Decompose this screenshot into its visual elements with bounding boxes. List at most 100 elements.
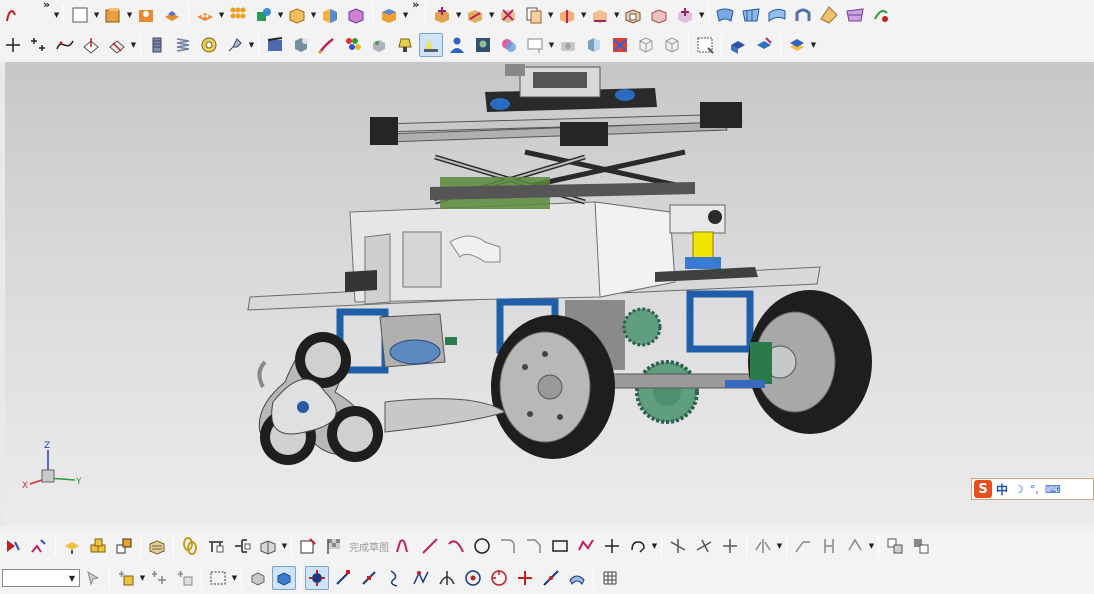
dropdown-arrow[interactable]: ▼	[53, 3, 60, 27]
offset-face-icon[interactable]	[318, 3, 342, 27]
polygon-icon[interactable]	[574, 534, 598, 558]
datum-plane-icon[interactable]	[79, 33, 103, 57]
ime-keyboard-icon[interactable]: ⌨	[1045, 483, 1061, 496]
render-icon[interactable]	[289, 33, 313, 57]
new-parent-icon[interactable]	[112, 534, 136, 558]
unite-icon[interactable]	[252, 3, 276, 27]
rectangle-select-icon[interactable]	[206, 566, 230, 590]
surface-icon[interactable]	[713, 3, 737, 27]
remove-component-icon[interactable]	[496, 3, 520, 27]
line-icon[interactable]	[418, 534, 442, 558]
gear-icon[interactable]	[223, 33, 247, 57]
mirror-curve-icon[interactable]	[751, 534, 775, 558]
studio-icon[interactable]	[608, 33, 632, 57]
load-options-icon[interactable]	[145, 534, 169, 558]
studio-surface-icon[interactable]	[843, 3, 867, 27]
ruled-surface-icon[interactable]	[765, 3, 789, 27]
intersection-snap-icon[interactable]	[435, 566, 459, 590]
boss-icon[interactable]	[160, 3, 184, 27]
zoom-box-icon[interactable]	[693, 33, 717, 57]
existing-point-snap-icon[interactable]	[513, 566, 537, 590]
dropdown-arrow[interactable]: ▼	[248, 33, 255, 57]
material-icon[interactable]	[367, 33, 391, 57]
explode-view-icon[interactable]	[588, 3, 612, 27]
ime-punctuation-toggle[interactable]: °,	[1030, 483, 1039, 496]
dropdown-arrow[interactable]: ▼	[455, 3, 462, 27]
mirror-assembly-icon[interactable]	[555, 3, 579, 27]
reposition-icon[interactable]	[673, 3, 697, 27]
layer-settings-icon[interactable]	[785, 33, 809, 57]
sketch-icon[interactable]	[296, 534, 320, 558]
move-component-icon[interactable]	[430, 3, 454, 27]
interpart-link-icon[interactable]	[230, 534, 254, 558]
ime-logo[interactable]: S	[974, 480, 992, 498]
circle-icon[interactable]	[470, 534, 494, 558]
curve-icon[interactable]	[1, 3, 25, 27]
sequence-icon[interactable]	[621, 3, 645, 27]
constraint-icon[interactable]	[817, 534, 841, 558]
show-constraints-icon[interactable]	[843, 534, 867, 558]
dropdown-arrow[interactable]: ▼	[868, 534, 875, 558]
cylinder-threads-icon[interactable]	[145, 33, 169, 57]
assembly-navigator-icon[interactable]	[60, 534, 84, 558]
select-feature-icon[interactable]	[114, 566, 138, 590]
dropdown-arrow[interactable]: ▼	[698, 3, 705, 27]
swept-surface-icon[interactable]	[791, 3, 815, 27]
dropdown-arrow[interactable]: ▼	[281, 534, 288, 558]
point-on-surface-snap-icon[interactable]	[565, 566, 589, 590]
dropdown-arrow[interactable]: ▼	[580, 3, 587, 27]
arc-icon[interactable]	[444, 534, 468, 558]
point-set-icon[interactable]	[27, 33, 51, 57]
dropdown-arrow[interactable]: ▼	[277, 3, 284, 27]
through-curves-icon[interactable]	[739, 3, 763, 27]
robot-model[interactable]	[5, 62, 1094, 526]
select-component-icon[interactable]	[147, 566, 171, 590]
texture-icon[interactable]	[497, 33, 521, 57]
point-icon[interactable]	[1, 33, 25, 57]
dropdown-arrow[interactable]: ▼	[613, 3, 620, 27]
movie-icon[interactable]	[263, 33, 287, 57]
spline-icon[interactable]	[53, 33, 77, 57]
dropdown-arrow[interactable]: ▼	[130, 33, 137, 57]
toolbar-overflow-button[interactable]: »	[40, 0, 53, 10]
dropdown-arrow[interactable]: ▼	[231, 566, 238, 590]
quick-trim-icon[interactable]	[666, 534, 690, 558]
block-feature-icon[interactable]	[68, 3, 92, 27]
shaded-view-icon[interactable]	[246, 566, 270, 590]
fillet-icon[interactable]	[496, 534, 520, 558]
trim-body-icon[interactable]	[285, 3, 309, 27]
copy-component-icon[interactable]	[522, 3, 546, 27]
step-icon[interactable]	[27, 534, 51, 558]
quick-extend-icon[interactable]	[692, 534, 716, 558]
dropdown-arrow[interactable]: ▼	[548, 33, 555, 57]
rectangle-icon[interactable]	[548, 534, 572, 558]
shaded-edges-icon[interactable]	[272, 566, 296, 590]
ime-mode-toggle[interactable]: 中	[996, 481, 1008, 498]
toolbar-overflow-button[interactable]: »	[409, 0, 422, 10]
midpoint-snap-icon[interactable]	[357, 566, 381, 590]
chain-link-icon[interactable]	[178, 534, 202, 558]
extrude-icon[interactable]	[101, 3, 125, 27]
dropdown-arrow[interactable]: ▼	[547, 3, 554, 27]
view-icon[interactable]	[523, 33, 547, 57]
dropdown-arrow[interactable]: ▼	[651, 534, 658, 558]
edit-section-icon[interactable]	[752, 33, 776, 57]
dropdown-arrow[interactable]: ▼	[139, 566, 146, 590]
ime-fullwidth-toggle[interactable]: ☽	[1014, 483, 1024, 496]
add-component-icon[interactable]	[86, 534, 110, 558]
quadrant-snap-icon[interactable]	[487, 566, 511, 590]
convert-reference-icon[interactable]	[883, 534, 907, 558]
light-icon[interactable]	[393, 33, 417, 57]
dropdown-arrow[interactable]: ▼	[488, 3, 495, 27]
alternate-solution-icon[interactable]	[909, 534, 933, 558]
grid-snap-icon[interactable]	[598, 566, 622, 590]
shell-icon[interactable]	[344, 3, 368, 27]
wrap-surface-icon[interactable]	[869, 3, 893, 27]
bearing-icon[interactable]	[197, 33, 221, 57]
wave-geometry-icon[interactable]	[204, 534, 228, 558]
camera-icon[interactable]	[556, 33, 580, 57]
endpoint-snap-icon[interactable]	[331, 566, 355, 590]
dropdown-arrow[interactable]: ▼	[218, 3, 225, 27]
hole-icon[interactable]	[134, 3, 158, 27]
shaded-box-icon[interactable]	[582, 33, 606, 57]
